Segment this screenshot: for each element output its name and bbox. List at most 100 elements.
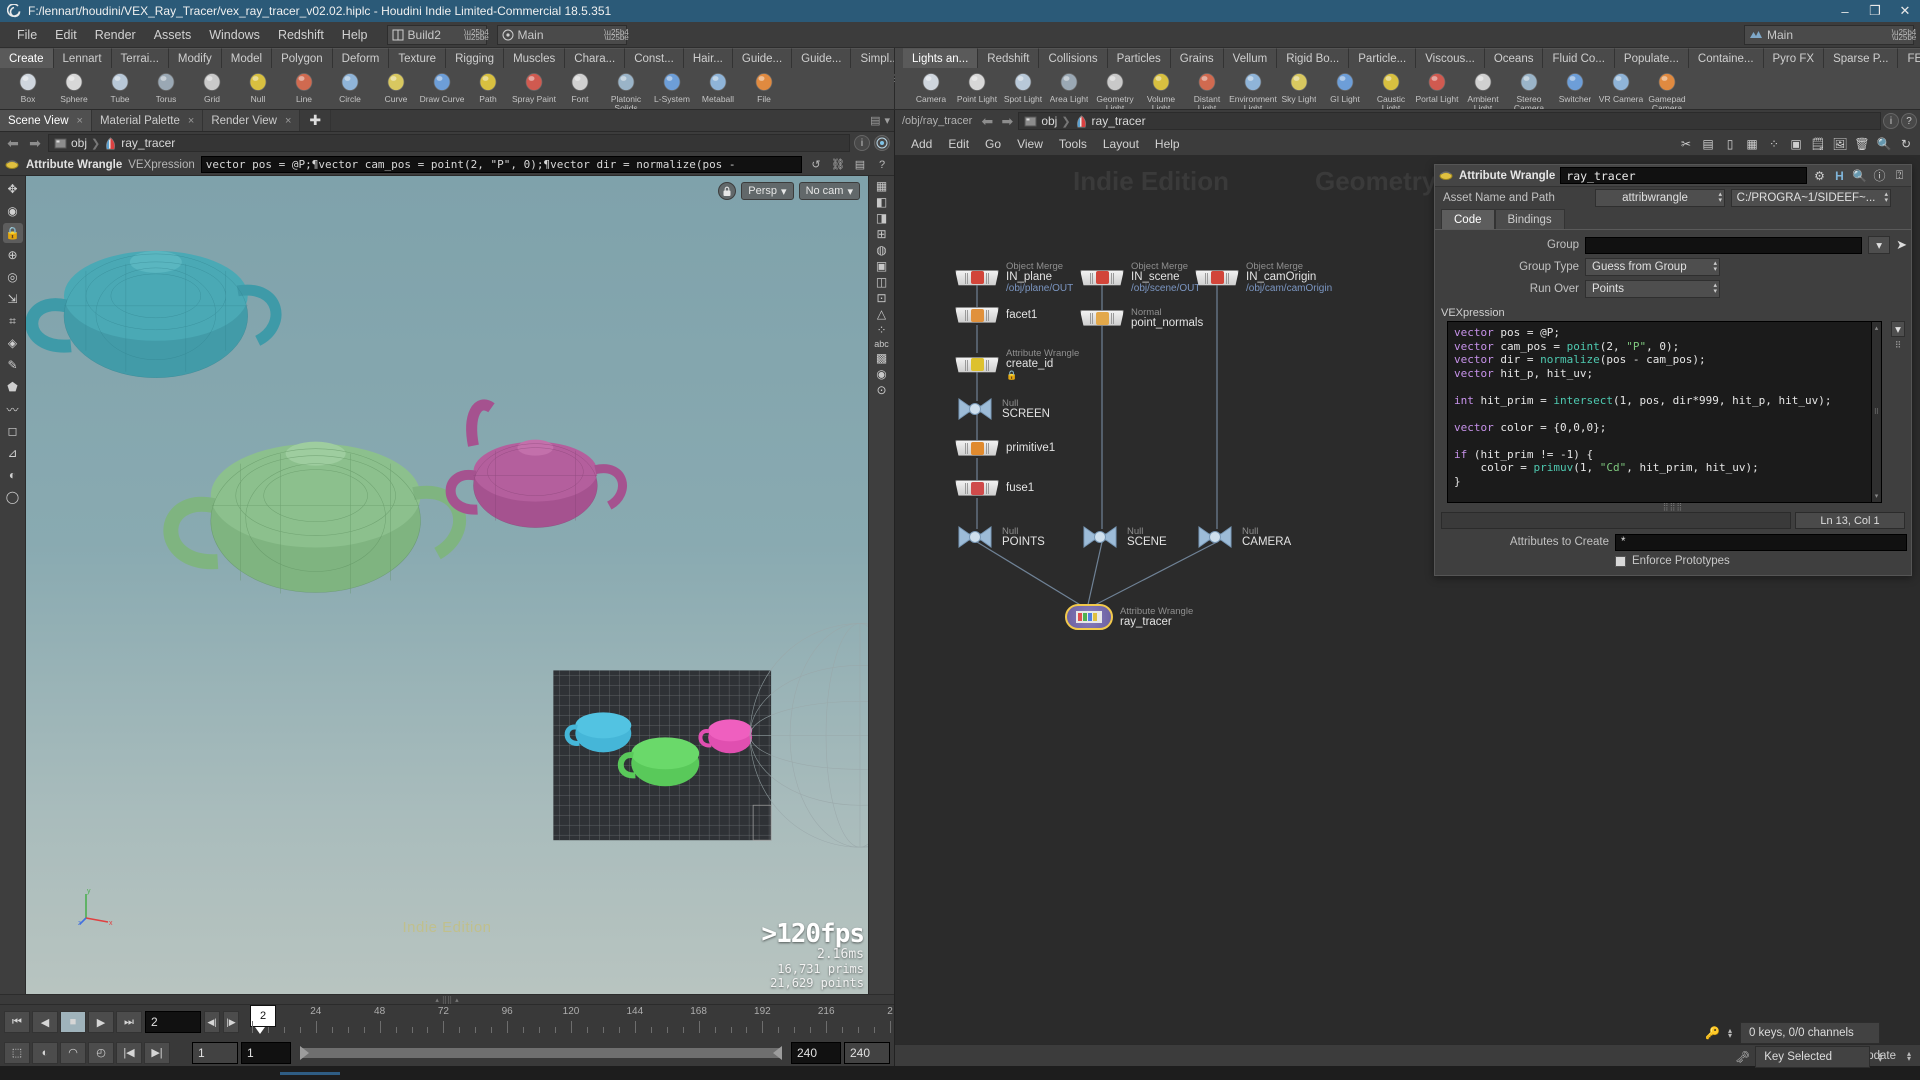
search-icon[interactable]: 🔍	[1876, 136, 1892, 152]
material-toggle[interactable]: ◍	[876, 243, 886, 257]
scissors-icon[interactable]: ✂	[1678, 136, 1694, 152]
key-selected-box[interactable]: Key Selected	[1755, 1046, 1871, 1068]
shelf-right-tab-lights-an[interactable]: Lights an...	[903, 48, 979, 68]
viewport-3d[interactable]: Persp ▾ No cam ▾ Indie Edition y x z >12…	[26, 176, 868, 994]
shelf-right-item-sky-light[interactable]: Sky Light	[1277, 68, 1321, 104]
shelf-left-tab-guide[interactable]: Guide...	[792, 48, 852, 68]
shelf-left-item-metaball[interactable]: Metaball	[696, 68, 740, 104]
key-spinner-icon[interactable]: ▴ ▾	[1725, 1027, 1735, 1040]
light-toggle[interactable]: ▣	[876, 259, 887, 273]
shelf-left-item-tube[interactable]: Tube	[98, 68, 142, 104]
right-layout-selector[interactable]: Main \u25b4 \u25be	[1744, 24, 1916, 45]
range-start2-field[interactable]: 1	[241, 1041, 291, 1064]
close-button[interactable]: ✕	[1890, 0, 1920, 22]
group-dropdown-button[interactable]: ▾	[1868, 236, 1891, 254]
shelf-right-item-point-light[interactable]: Point Light	[955, 68, 999, 104]
grid-toggle[interactable]: ⊡	[876, 291, 886, 305]
shelf-left-tab-muscles[interactable]: Muscles	[504, 48, 566, 68]
snap-tool[interactable]: ◎	[3, 267, 23, 287]
net-nav-back-icon[interactable]: ⬅	[978, 113, 996, 130]
shelf-left-tab-guide[interactable]: Guide...	[732, 48, 793, 68]
minimize-button[interactable]: –	[1830, 0, 1860, 22]
shelf-right-tab-containe[interactable]: Containe...	[1688, 48, 1764, 68]
vexpression-inline-field[interactable]: vector pos = @P;¶vector cam_pos = point(…	[200, 156, 802, 173]
view-tool[interactable]: ◉	[3, 201, 23, 221]
shelf-right-tab-fem[interactable]: FEM	[1898, 48, 1920, 68]
node-in_cam[interactable]: Object Merge IN_camOrigin/obj/cam/camOrig…	[1195, 261, 1332, 294]
shelf-right-item-stereo-camera[interactable]: Stereo Camera	[1507, 68, 1551, 109]
step-back-button[interactable]: ◀	[32, 1011, 58, 1033]
parm-link-icon[interactable]: ⛓	[830, 157, 846, 173]
polygon-tool[interactable]: ⬟	[3, 377, 23, 397]
shelf-right-tab-redshift[interactable]: Redshift	[978, 48, 1040, 68]
shelf-left-tab-deform[interactable]: Deform	[332, 48, 390, 68]
shelf-left-tab-const[interactable]: Const...	[625, 48, 684, 68]
asset-path-combo[interactable]: C:/PROGRA~1/SIDEEF~... ▴ ▾	[1731, 189, 1891, 207]
vexpression-code[interactable]: vector pos = @P; vector cam_pos = point(2…	[1448, 322, 1871, 502]
group-type-spinner-icon[interactable]: ▴ ▾	[1713, 260, 1717, 273]
key-icon[interactable]: 🔑	[1705, 1026, 1720, 1040]
display-options[interactable]: ▦	[876, 179, 887, 193]
viewport-lock-icon[interactable]	[718, 182, 737, 200]
shelf-right-item-portal-light[interactable]: Portal Light	[1415, 68, 1459, 104]
node-ray_tracer[interactable]: Attribute Wrangle ray_tracer	[1065, 604, 1193, 630]
net-menu-view[interactable]: View	[1009, 132, 1051, 156]
gear-icon[interactable]: ⚙	[1812, 168, 1827, 183]
vexpression-resize-handle[interactable]: ⣿⣿⣿	[1435, 503, 1911, 511]
shelf-left-item-sphere[interactable]: Sphere	[52, 68, 96, 104]
shelf-left-item-curve[interactable]: Curve	[374, 68, 418, 104]
parm-help2-icon[interactable]: ?	[874, 157, 890, 173]
scene-tab-render-view[interactable]: Render View ×	[203, 110, 301, 131]
close-icon[interactable]: ×	[285, 115, 291, 127]
node-screen[interactable]: Null SCREEN	[955, 396, 1050, 422]
node-points[interactable]: Null POINTS	[955, 524, 1045, 550]
scene-tab-scene-view[interactable]: Scene View ×	[0, 110, 92, 131]
stop-button[interactable]: ■	[60, 1011, 86, 1033]
search-icon[interactable]: 🔍	[1852, 168, 1867, 183]
jump-to-start-button[interactable]: ⏮	[4, 1011, 30, 1033]
shelf-right-tab-rigid-bo[interactable]: Rigid Bo...	[1277, 48, 1350, 68]
shelf-left-tab-modify[interactable]: Modify	[168, 48, 222, 68]
image-icon[interactable]: 🖼	[1832, 136, 1848, 152]
shelf-right-tab-particles[interactable]: Particles	[1107, 48, 1171, 68]
key-scope-button[interactable]: ◐	[32, 1041, 58, 1064]
shelf-left-item-grid[interactable]: Grid	[190, 68, 234, 104]
node-camera_null[interactable]: Null CAMERA	[1195, 524, 1291, 550]
range-end2-field[interactable]: 240	[844, 1041, 890, 1064]
time-mode-button[interactable]: ◴	[88, 1041, 114, 1064]
shelf-grip[interactable]: ⋮⋮	[890, 48, 908, 109]
shelf-left-item-path[interactable]: Path	[466, 68, 510, 104]
net-help-icon[interactable]: ?	[1901, 113, 1917, 129]
net-menu-tools[interactable]: Tools	[1051, 132, 1095, 156]
shelf-right-tab-oceans[interactable]: Oceans	[1484, 48, 1544, 68]
viewport-hscrollbar[interactable]: ▴ ⣿⣿ ▴	[0, 994, 894, 1004]
ghost-toggle[interactable]: ◧	[876, 195, 887, 209]
net-menu-edit[interactable]: Edit	[940, 132, 977, 156]
shelf-right-item-gamepad-camera[interactable]: Gamepad Camera	[1645, 68, 1689, 109]
node-in_plane[interactable]: Object Merge IN_plane/obj/plane/OUT	[955, 261, 1073, 294]
key-selected-icon[interactable]: 🗝	[1735, 1050, 1750, 1064]
h-icon[interactable]: H	[1832, 168, 1847, 183]
timeline-playhead[interactable]: 2	[250, 1005, 276, 1034]
help-icon[interactable]: ⍰	[1892, 168, 1907, 183]
shelf-right-tab-pyro-fx[interactable]: Pyro FX	[1763, 48, 1825, 68]
group-field[interactable]	[1585, 236, 1863, 254]
shelf-left-item-null[interactable]: Null	[236, 68, 280, 104]
shelf-left-tab-polygon[interactable]: Polygon	[272, 48, 333, 68]
shelf-right-tab-collisions[interactable]: Collisions	[1039, 48, 1108, 68]
parm-info-icon[interactable]: i	[854, 135, 870, 151]
close-icon[interactable]: ×	[188, 115, 194, 127]
parm-expand-icon[interactable]: ▤	[852, 157, 868, 173]
viewport-camera-selector[interactable]: No cam ▾	[798, 182, 860, 200]
shelf-right-tab-viscous[interactable]: Viscous...	[1416, 48, 1485, 68]
network-breadcrumb[interactable]: obj ❯ ray_tracer	[1018, 112, 1881, 130]
shelf-left-tab-create[interactable]: Create	[0, 48, 54, 68]
shelf-left-tab-terrai[interactable]: Terrai...	[111, 48, 169, 68]
snapshot-icon[interactable]: ▣	[1788, 136, 1804, 152]
info-toggle[interactable]: abc	[874, 339, 889, 349]
current-frame-field[interactable]: 2	[145, 1011, 201, 1033]
key-selected-spinner-icon[interactable]: ▴ ▾	[1875, 1051, 1885, 1064]
paint-tool[interactable]: ✎	[3, 355, 23, 375]
rotate-tool[interactable]: ⌗	[3, 311, 23, 331]
shelf-right-item-gi-light[interactable]: GI Light	[1323, 68, 1367, 104]
